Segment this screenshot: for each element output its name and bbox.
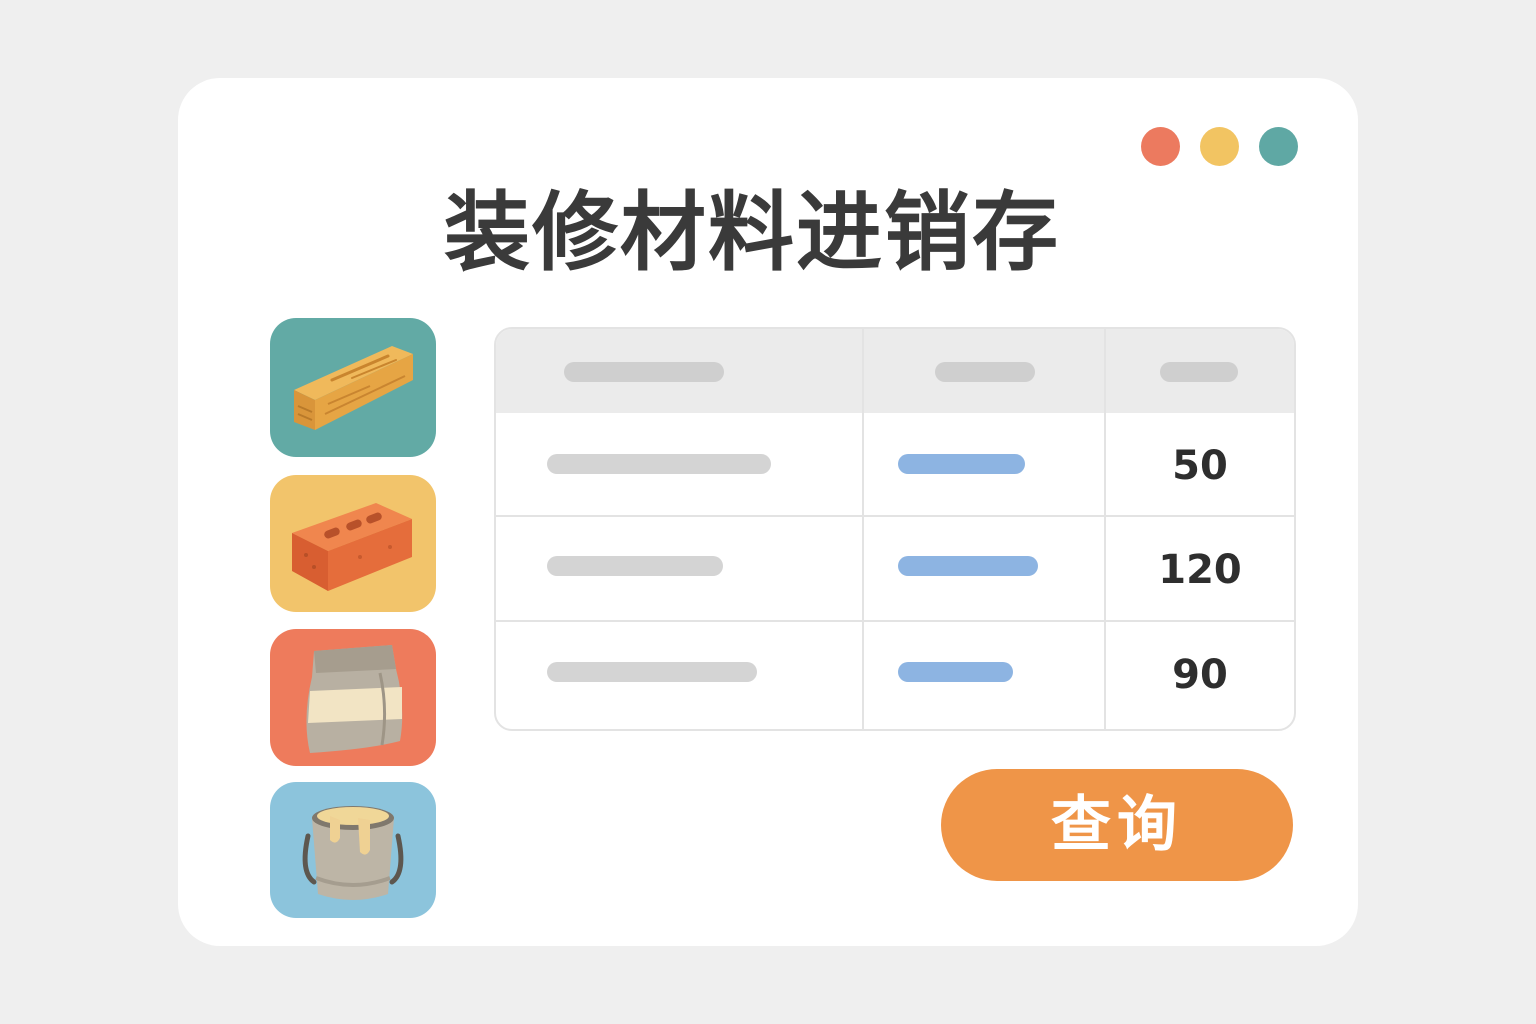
row-3-quantity: 90 — [1172, 652, 1228, 698]
material-tile-wood[interactable] — [270, 318, 436, 457]
window-controls — [1141, 127, 1298, 166]
row-divider — [496, 620, 1294, 622]
app-window: 装修材料进销存 50 120 90 查询 — [178, 78, 1358, 946]
row-2-quantity: 120 — [1158, 547, 1242, 593]
row-3-name-placeholder — [547, 662, 757, 682]
material-tile-cement[interactable] — [270, 629, 436, 766]
column-divider — [862, 329, 864, 729]
cement-bag-icon — [306, 645, 403, 753]
minimize-dot[interactable] — [1200, 127, 1239, 166]
header-name-placeholder — [564, 362, 724, 382]
header-quantity-placeholder — [1160, 362, 1238, 382]
material-tile-brick[interactable] — [270, 475, 436, 612]
inventory-table: 50 120 90 — [494, 327, 1296, 731]
row-1-category-placeholder — [898, 454, 1025, 474]
material-tile-paint[interactable] — [270, 782, 436, 918]
close-dot[interactable] — [1141, 127, 1180, 166]
row-2-name-placeholder — [547, 556, 723, 576]
paint-bucket-icon — [302, 806, 404, 900]
row-2-category-placeholder — [898, 556, 1038, 576]
maximize-dot[interactable] — [1259, 127, 1298, 166]
row-1-name-placeholder — [547, 454, 771, 474]
wood-plank-icon — [294, 346, 413, 430]
row-1-quantity: 50 — [1172, 443, 1228, 489]
page-title: 装修材料进销存 — [444, 183, 1060, 283]
brick-icon — [292, 503, 412, 591]
row-3-category-placeholder — [898, 662, 1013, 682]
header-category-placeholder — [935, 362, 1035, 382]
query-button[interactable]: 查询 — [941, 769, 1293, 881]
row-divider — [496, 515, 1294, 517]
